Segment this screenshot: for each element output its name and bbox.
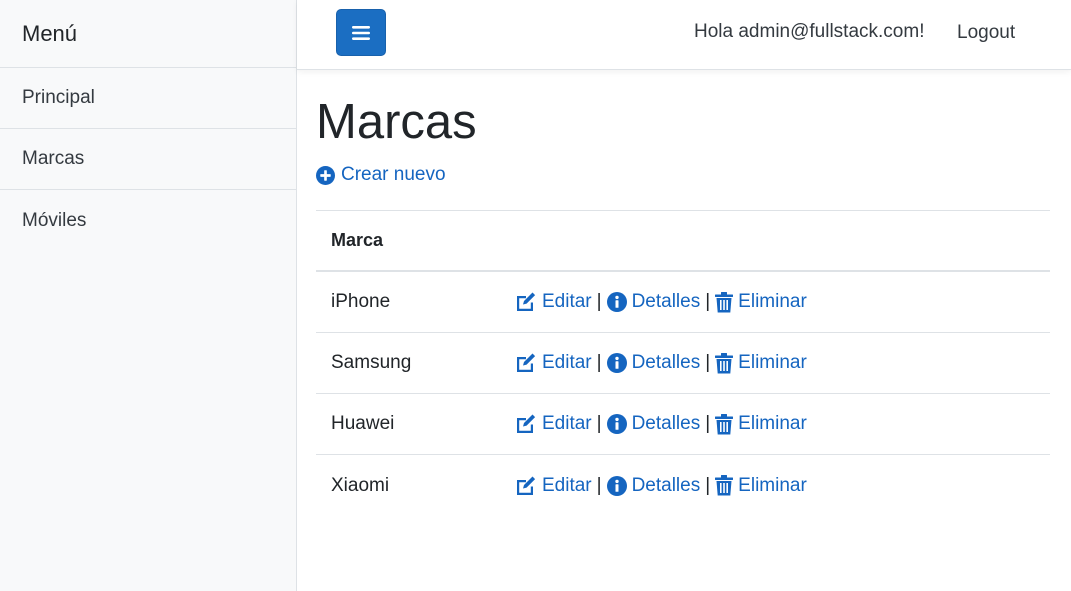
info-circle-icon	[606, 353, 627, 373]
details-link[interactable]: Detalles	[606, 474, 701, 497]
table-row: iPhone Editar | Detalles | Eliminar	[316, 272, 1050, 333]
edit-label: Editar	[542, 291, 592, 312]
separator: |	[705, 413, 711, 434]
sidebar-item-marcas[interactable]: Marcas	[0, 129, 296, 190]
details-label: Detalles	[631, 291, 701, 312]
separator: |	[596, 474, 602, 496]
edit-link[interactable]: Editar	[515, 475, 592, 497]
delete-label: Eliminar	[738, 474, 807, 496]
row-actions: Editar | Detalles | Eliminar	[515, 475, 807, 497]
edit-link[interactable]: Editar	[515, 413, 592, 435]
logout-link[interactable]: Logout	[957, 22, 1015, 44]
top-navbar: Hola admin@fullstack.com! Logout	[297, 0, 1071, 70]
edit-icon	[515, 414, 537, 434]
trash-icon	[715, 291, 734, 313]
brand-name: iPhone	[331, 291, 391, 312]
separator: |	[705, 291, 711, 312]
sidebar: Menú Principal Marcas Móviles	[0, 0, 297, 591]
delete-label: Eliminar	[738, 352, 807, 373]
sidebar-item-principal[interactable]: Principal	[0, 68, 296, 129]
row-actions: Editar | Detalles | Eliminar	[515, 291, 807, 313]
trash-icon	[715, 352, 734, 374]
details-label: Detalles	[631, 474, 701, 496]
details-link[interactable]: Detalles	[606, 352, 701, 374]
plus-circle-icon	[316, 165, 335, 185]
delete-label: Eliminar	[738, 291, 807, 312]
delete-link[interactable]: Eliminar	[715, 291, 807, 313]
table-header-marca: Marca	[316, 210, 1050, 272]
separator: |	[596, 413, 602, 434]
details-label: Detalles	[631, 352, 701, 373]
edit-label: Editar	[542, 352, 592, 373]
sidebar-heading: Menú	[0, 0, 296, 68]
create-new-link[interactable]: Crear nuevo	[316, 164, 446, 186]
edit-icon	[515, 353, 537, 373]
edit-label: Editar	[542, 474, 592, 496]
info-circle-icon	[606, 475, 627, 496]
page-title: Marcas	[316, 95, 477, 149]
edit-label: Editar	[542, 413, 592, 434]
hamburger-icon	[352, 25, 370, 40]
row-actions: Editar | Detalles | Eliminar	[515, 413, 807, 435]
separator: |	[705, 474, 711, 496]
edit-link[interactable]: Editar	[515, 291, 592, 313]
trash-icon	[715, 475, 734, 496]
create-new-label: Crear nuevo	[341, 164, 446, 185]
sidebar-item-moviles[interactable]: Móviles	[0, 190, 296, 251]
table-row: Xiaomi Editar | Detalles | Eliminar	[316, 455, 1050, 516]
brand-name: Xiaomi	[331, 474, 390, 496]
menu-toggle-button[interactable]	[336, 9, 386, 56]
delete-link[interactable]: Eliminar	[715, 475, 807, 497]
separator: |	[596, 352, 602, 373]
brand-name: Huawei	[331, 413, 395, 434]
edit-link[interactable]: Editar	[515, 352, 592, 374]
table-row: Samsung Editar | Detalles | Eliminar	[316, 333, 1050, 394]
info-circle-icon	[606, 414, 627, 434]
details-link[interactable]: Detalles	[606, 291, 701, 313]
edit-icon	[515, 476, 537, 496]
brands-table: Marca iPhone Editar | Detalles | Elimina…	[316, 210, 1050, 516]
trash-icon	[715, 413, 734, 435]
separator: |	[596, 291, 602, 312]
details-link[interactable]: Detalles	[606, 413, 701, 435]
table-row: Huawei Editar | Detalles | Eliminar	[316, 394, 1050, 455]
info-circle-icon	[606, 292, 627, 312]
delete-label: Eliminar	[738, 413, 807, 434]
edit-icon	[515, 292, 537, 312]
delete-link[interactable]: Eliminar	[715, 413, 807, 435]
delete-link[interactable]: Eliminar	[715, 352, 807, 374]
user-greeting: Hola admin@fullstack.com!	[694, 21, 925, 42]
row-actions: Editar | Detalles | Eliminar	[515, 352, 807, 374]
separator: |	[705, 352, 711, 373]
details-label: Detalles	[631, 413, 701, 434]
brand-name: Samsung	[331, 352, 412, 373]
